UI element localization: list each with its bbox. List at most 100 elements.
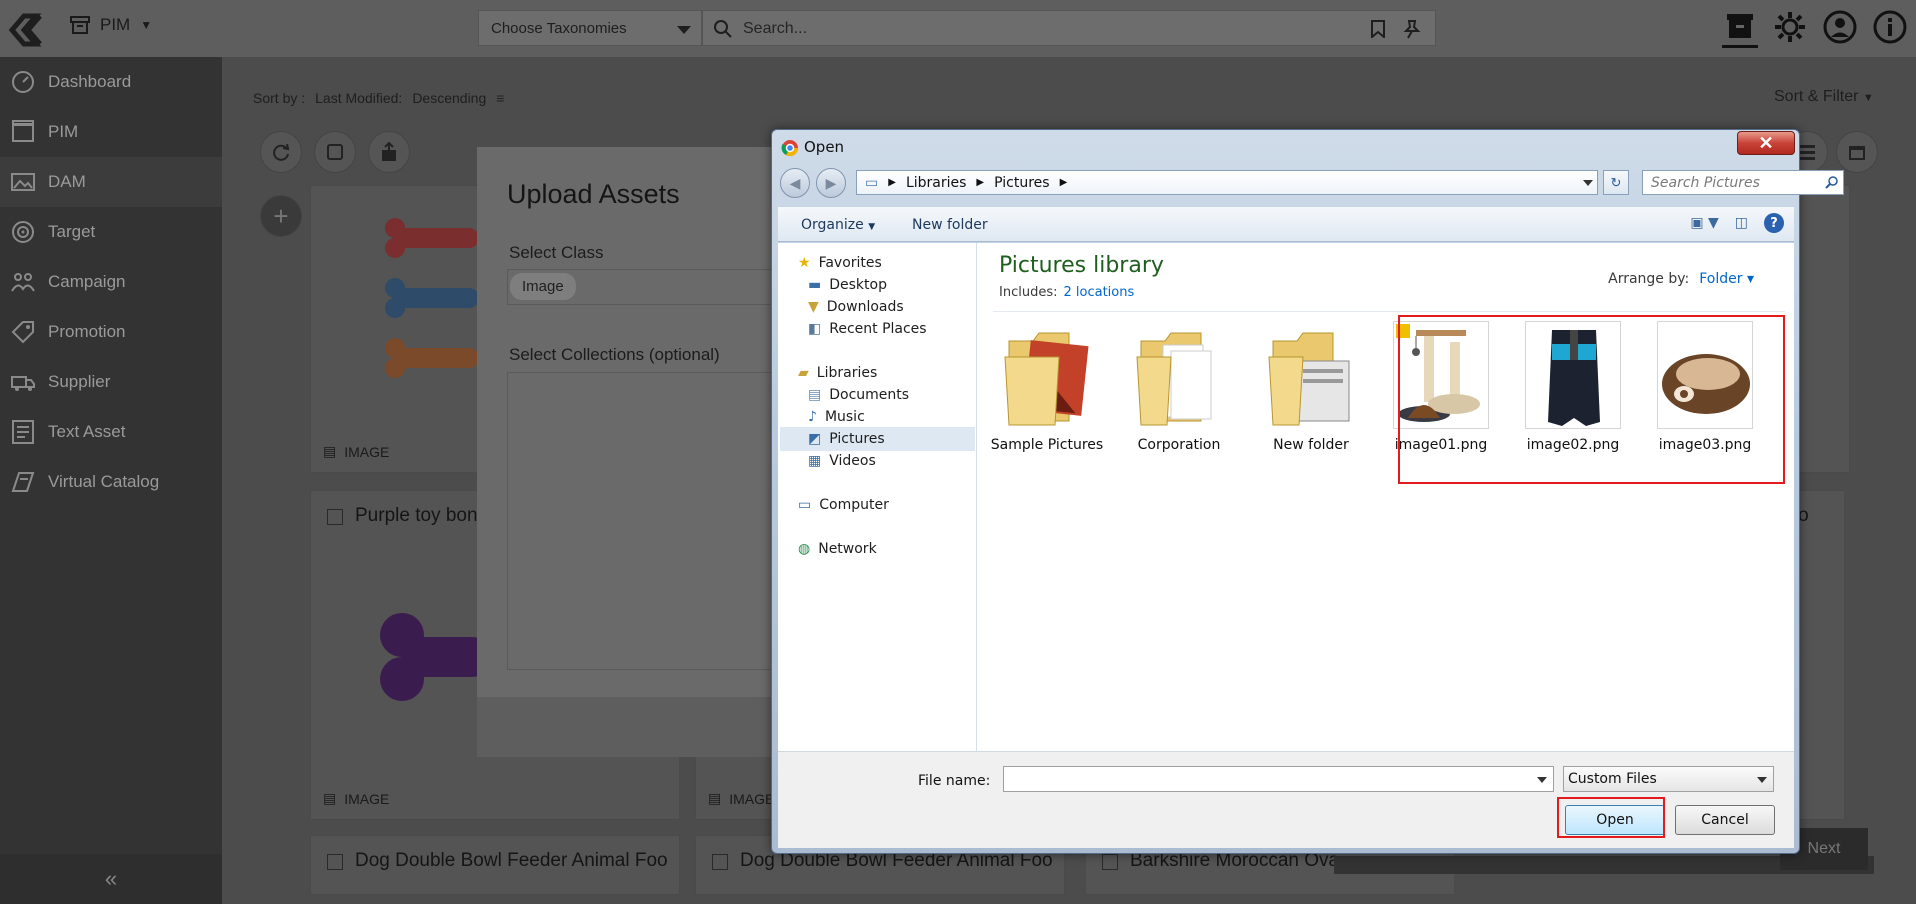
card-checkbox[interactable] — [327, 854, 343, 870]
navigation-row: ◀ ▶ ▭ ▶ Libraries ▶ Pictures ▶ ↻ Search … — [780, 166, 1844, 198]
file-type-select[interactable]: Custom Files — [1563, 766, 1774, 792]
sidebar-item-text-asset[interactable]: Text Asset — [0, 407, 222, 457]
sort-filter-label: Sort & Filter — [1774, 88, 1859, 105]
sidebar-item-virtual-catalog[interactable]: Virtual Catalog — [0, 457, 222, 507]
organize-menu[interactable]: Organize ▼ — [801, 217, 875, 233]
sort-direction[interactable]: Descending — [412, 90, 486, 106]
locations-link[interactable]: 2 locations — [1063, 285, 1134, 300]
gear-icon[interactable] — [1772, 6, 1808, 48]
card-checkbox[interactable] — [1102, 854, 1118, 870]
nav-favorites[interactable]: ★ Favorites — [798, 251, 882, 275]
arrange-by: Arrange by: Folder ▾ — [1608, 271, 1754, 287]
list-icon — [1799, 145, 1815, 160]
refresh-button[interactable] — [260, 131, 302, 173]
class-chip[interactable]: Image — [510, 273, 576, 300]
back-button[interactable]: ◀ — [780, 168, 810, 198]
sidebar-item-dam[interactable]: DAM — [0, 157, 222, 207]
close-button[interactable]: ✕ — [1737, 131, 1795, 155]
music-icon: ♪ — [808, 409, 817, 425]
dam-icon — [11, 173, 35, 191]
sort-lines-icon: ≡ — [496, 90, 505, 106]
change-view-icon[interactable]: ▣ ▼ — [1690, 215, 1718, 231]
nav-libraries[interactable]: ▰ Libraries — [798, 361, 877, 385]
recent-places-icon: ◧ — [808, 321, 822, 337]
nav-pictures[interactable]: ◩ Pictures — [780, 427, 975, 451]
caret-down-icon — [677, 26, 691, 34]
add-asset-button[interactable]: + — [260, 195, 302, 237]
user-account-icon[interactable] — [1822, 6, 1858, 48]
file-item-folder[interactable]: Corporation — [1119, 321, 1239, 471]
nav-downloads[interactable]: ▼ Downloads — [808, 295, 904, 319]
sidebar-item-label: Supplier — [48, 372, 111, 391]
search-pictures-input[interactable]: Search Pictures — [1642, 170, 1844, 195]
sidebar-item-label: Target — [48, 222, 96, 241]
computer-icon: ▭ — [798, 497, 812, 513]
library-includes: Includes: 2 locations — [999, 285, 1134, 300]
nav-network[interactable]: ◍ Network — [798, 537, 877, 561]
help-icon[interactable]: ? — [1764, 213, 1784, 233]
calendar-button[interactable] — [1836, 131, 1878, 173]
asset-type-tag: ▤ IMAGE — [323, 790, 389, 807]
sidebar-item-supplier[interactable]: Supplier — [0, 357, 222, 407]
sidebar-item-pim[interactable]: PIM — [0, 107, 222, 157]
nav-label: Downloads — [826, 299, 904, 315]
nav-recent-places[interactable]: ◧ Recent Places — [808, 317, 927, 341]
arrange-label: Arrange by: — [1608, 271, 1690, 287]
sort-field[interactable]: Last Modified: — [315, 90, 402, 106]
breadcrumb-separator-icon: ▶ — [888, 177, 896, 188]
card-checkbox[interactable] — [712, 854, 728, 870]
nav-music[interactable]: ♪ Music — [808, 405, 865, 429]
library-icon: ▭ — [865, 174, 879, 191]
nav-desktop[interactable]: ▬ Desktop — [808, 273, 887, 297]
address-bar[interactable]: ▭ ▶ Libraries ▶ Pictures ▶ — [856, 170, 1598, 195]
cancel-button[interactable]: Cancel — [1675, 805, 1775, 835]
sidebar-item-label: Virtual Catalog — [48, 472, 160, 491]
refresh-button[interactable]: ↻ — [1603, 170, 1629, 195]
sidebar-item-campaign[interactable]: Campaign — [0, 257, 222, 307]
sidebar-item-target[interactable]: Target — [0, 207, 222, 257]
file-item-folder[interactable]: New folder — [1251, 321, 1371, 471]
asset-card[interactable]: Dog Double Bowl Feeder Animal Foo — [310, 835, 680, 895]
dam-archive-icon[interactable] — [1722, 6, 1758, 48]
sidebar-item-label: Promotion — [48, 322, 126, 341]
arrange-dropdown[interactable]: Folder ▾ — [1699, 271, 1754, 287]
card-title: Purple toy bon — [355, 505, 478, 526]
info-icon[interactable] — [1872, 6, 1908, 48]
nav-label: Videos — [829, 453, 876, 469]
sort-filter-button[interactable]: Sort & Filter ▼ — [1774, 88, 1874, 106]
select-all-button[interactable] — [314, 131, 356, 173]
app-logo-icon[interactable] — [6, 8, 46, 48]
file-name: Sample Pictures — [990, 437, 1104, 453]
virtual-catalog-icon — [11, 472, 35, 492]
forward-button[interactable]: ▶ — [816, 168, 846, 198]
plus-icon: + — [273, 200, 289, 231]
file-name-dropdown-icon[interactable] — [1537, 777, 1547, 783]
global-search[interactable]: Search... — [702, 10, 1436, 46]
card-checkbox[interactable] — [327, 509, 343, 525]
sidebar-item-promotion[interactable]: Promotion — [0, 307, 222, 357]
breadcrumb-pictures[interactable]: Pictures — [994, 175, 1049, 191]
nav-documents[interactable]: ▤ Documents — [808, 383, 909, 407]
sidebar-item-label: DAM — [48, 172, 86, 191]
breadcrumb-separator-icon: ▶ — [976, 177, 985, 188]
nav-computer[interactable]: ▭ Computer — [798, 493, 889, 517]
bookmark-icon[interactable] — [1371, 20, 1385, 38]
app-switcher[interactable]: PIM ▼ — [70, 15, 152, 35]
new-folder-button[interactable]: New folder — [912, 217, 988, 233]
file-name-input[interactable] — [1003, 766, 1554, 792]
collapse-sidebar-button[interactable]: « — [0, 854, 222, 904]
taxonomy-select[interactable]: Choose Taxonomies — [478, 10, 702, 46]
sidebar-item-label: PIM — [48, 122, 79, 141]
sidebar-item-dashboard[interactable]: Dashboard — [0, 57, 222, 107]
pin-icon[interactable] — [1403, 19, 1421, 39]
file-item-folder[interactable]: Sample Pictures — [987, 321, 1107, 471]
nav-videos[interactable]: ▦ Videos — [808, 449, 876, 473]
downloads-icon: ▼ — [808, 299, 819, 315]
export-button[interactable] — [368, 131, 410, 173]
preview-pane-icon[interactable]: ◫ — [1735, 215, 1748, 231]
breadcrumb-separator-icon: ▶ — [1059, 177, 1068, 188]
breadcrumb-libraries[interactable]: Libraries — [906, 175, 966, 191]
close-icon: ✕ — [1758, 132, 1774, 153]
open-file-dialog: Open ✕ ◀ ▶ ▭ ▶ Libraries ▶ Pictures ▶ ↻ … — [771, 129, 1844, 854]
address-dropdown-icon[interactable] — [1583, 180, 1593, 186]
